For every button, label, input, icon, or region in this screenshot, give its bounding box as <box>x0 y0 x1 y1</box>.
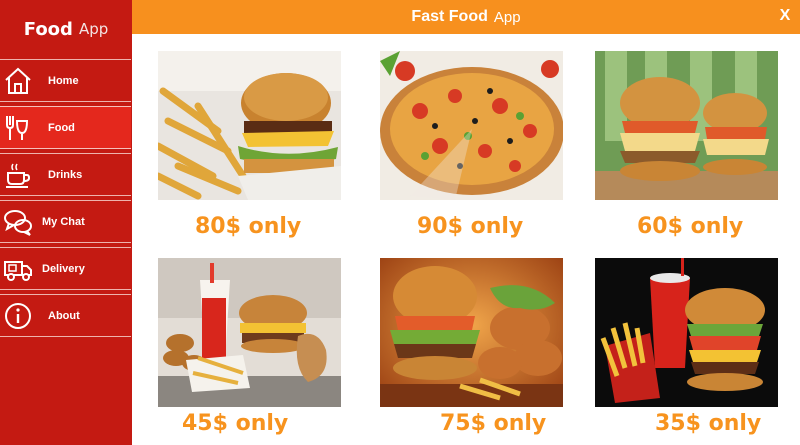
sidebar-item-delivery[interactable]: Delivery <box>0 247 131 290</box>
pizza-image[interactable] <box>380 51 563 200</box>
app-brand: Food App <box>0 0 132 58</box>
sidebar-item-drinks[interactable]: Drinks <box>0 153 131 196</box>
sidebar-item-my-chat[interactable]: My Chat <box>0 200 131 243</box>
cup-icon <box>1 158 35 192</box>
page-title: Fast Food App <box>132 0 800 34</box>
sidebar-item-label: Home <box>48 74 79 87</box>
menu-card[interactable]: 35$ only <box>595 258 778 436</box>
price-label: 60$ only <box>637 214 744 239</box>
info-icon <box>1 299 35 333</box>
menu-card[interactable]: 90$ only <box>380 51 563 239</box>
brand-suffix: App <box>78 20 109 38</box>
sidebar-item-label: My Chat <box>42 215 85 228</box>
sidebar: Food App Home Food Drinks My Chat Delive… <box>0 0 132 445</box>
brand-name: Food <box>23 18 73 40</box>
menu-card[interactable]: 75$ only <box>380 258 563 436</box>
menu-card[interactable]: 45$ only <box>158 258 341 436</box>
burger-chicken-image[interactable] <box>380 258 563 407</box>
home-icon <box>1 64 35 98</box>
sidebar-item-label: Drinks <box>48 168 83 181</box>
chat-icon <box>1 205 35 239</box>
price-label: 80$ only <box>195 214 302 239</box>
burger-fries-image[interactable] <box>158 51 341 200</box>
page-title-main: Fast Food <box>411 8 488 25</box>
sidebar-item-label: Food <box>48 121 75 134</box>
sidebar-item-label: About <box>48 309 80 322</box>
sidebar-item-home[interactable]: Home <box>0 59 131 102</box>
close-button[interactable]: X <box>776 5 794 27</box>
price-label: 90$ only <box>417 214 524 239</box>
sidebar-item-label: Delivery <box>42 262 85 275</box>
page-title-suffix: App <box>493 8 521 26</box>
delivery-truck-icon <box>1 252 35 286</box>
sidebar-item-about[interactable]: About <box>0 294 131 337</box>
food-icon <box>1 111 35 145</box>
sidebar-item-food[interactable]: Food <box>0 106 131 149</box>
price-label: 35$ only <box>655 411 762 436</box>
menu-card[interactable]: 80$ only <box>158 51 341 239</box>
price-label: 75$ only <box>440 411 547 436</box>
title-bar: Fast Food App X <box>132 0 800 34</box>
menu-card[interactable]: 60$ only <box>595 51 778 239</box>
double-burger-image[interactable] <box>595 51 778 200</box>
burger-combo-image[interactable] <box>158 258 341 407</box>
burger-meal-image[interactable] <box>595 258 778 407</box>
price-label: 45$ only <box>182 411 289 436</box>
